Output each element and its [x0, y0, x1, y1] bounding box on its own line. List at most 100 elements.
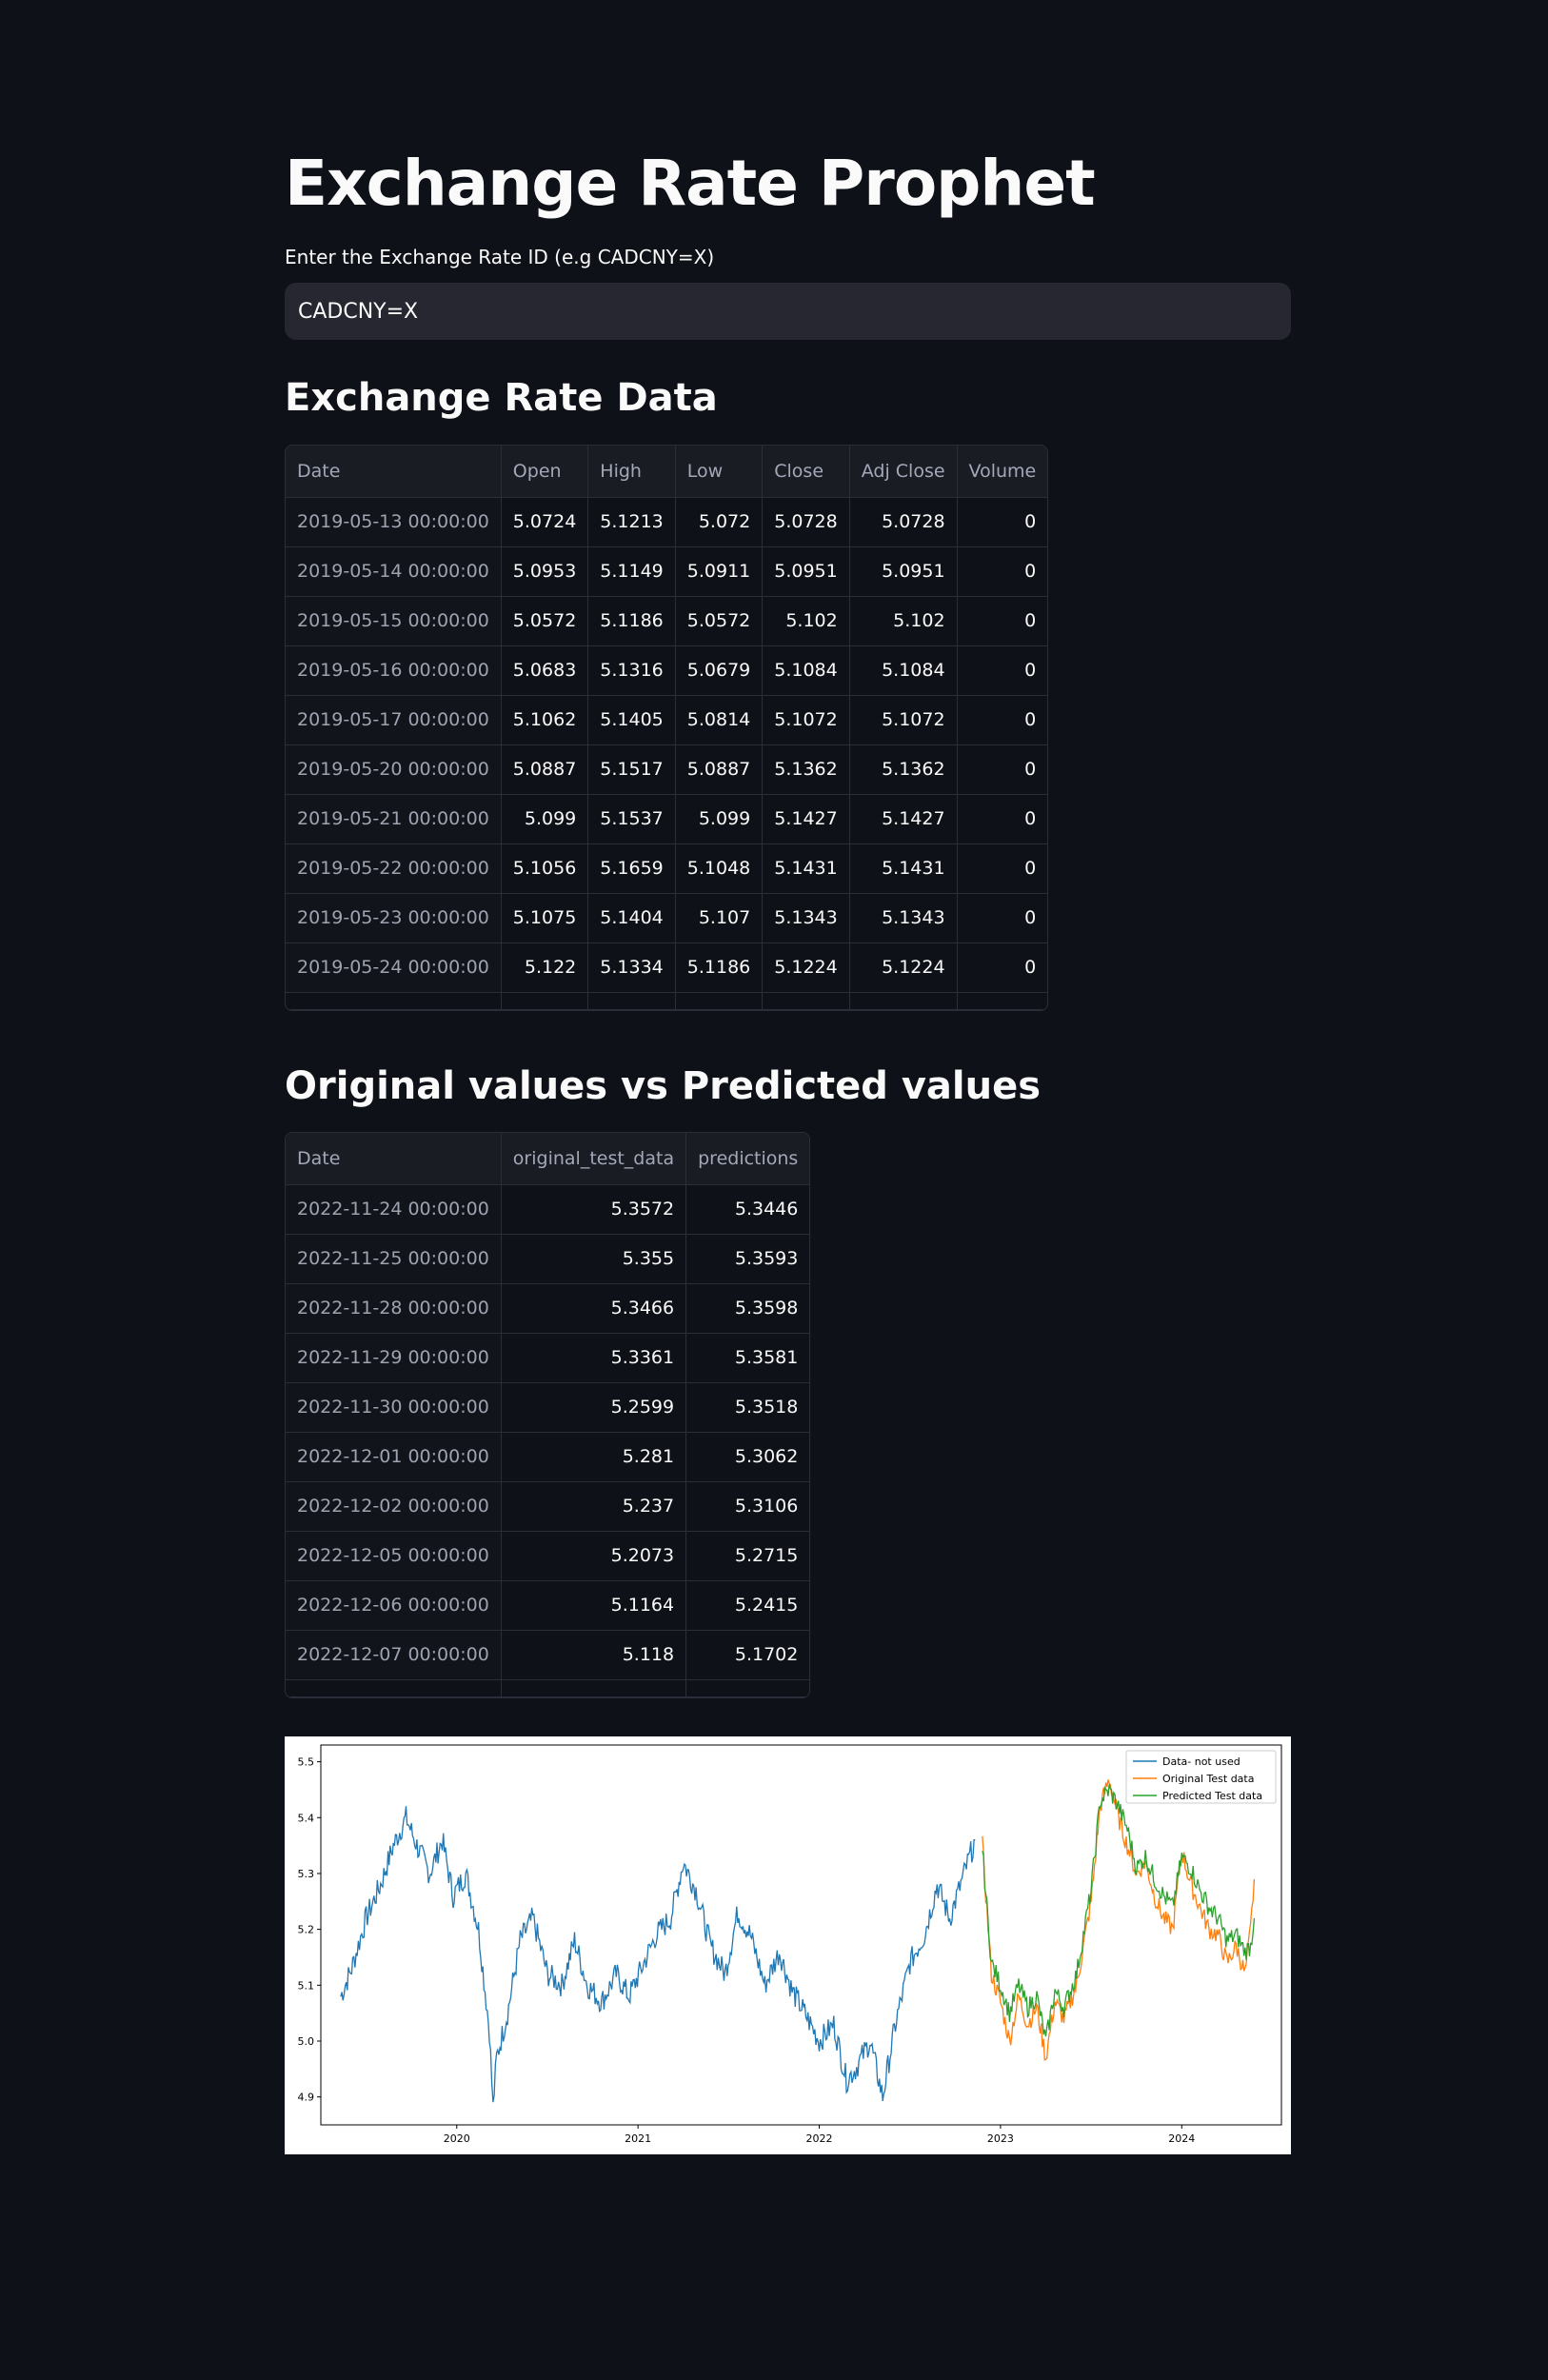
- table-cell[interactable]: 0: [957, 695, 1048, 745]
- table-row[interactable]: 2019-05-13 00:00:00 5.0724 5.1213 5.072 5.07…: [286, 497, 1048, 547]
- table-cell[interactable]: 5.122: [501, 942, 589, 993]
- column-header[interactable]: original_test_data: [501, 1133, 687, 1185]
- table-cell[interactable]: 5.072: [675, 497, 764, 547]
- row-index-cell[interactable]: 2022-11-28 00:00:00: [286, 1283, 502, 1334]
- column-header[interactable]: Date: [286, 1133, 502, 1185]
- table-row[interactable]: 2019-05-16 00:00:00 5.0683 5.1316 5.0679 5.1…: [286, 645, 1048, 696]
- exchange-id-input[interactable]: [285, 283, 1291, 340]
- row-index-cell[interactable]: 2022-11-30 00:00:00: [286, 1382, 502, 1433]
- table-cell[interactable]: 5.1072: [849, 695, 958, 745]
- table-row[interactable]: 2019-05-20 00:00:00 5.0887 5.1517 5.0887 5.1…: [286, 744, 1048, 795]
- table-cell[interactable]: 5.2715: [685, 1531, 810, 1581]
- table-row[interactable]: 2019-05-24 00:00:00 5.122 5.1334 5.1186 5.12…: [286, 942, 1048, 993]
- table-row[interactable]: 2019-05-23 00:00:00 5.1075 5.1404 5.107 5.13…: [286, 893, 1048, 943]
- table-cell[interactable]: 5.237: [501, 1481, 687, 1532]
- table-cell[interactable]: 5.3581: [685, 1333, 810, 1383]
- column-header[interactable]: Adj Close: [849, 446, 958, 498]
- table-cell[interactable]: 5.1072: [762, 695, 850, 745]
- table-cell[interactable]: 5.1362: [849, 744, 958, 795]
- table-cell[interactable]: 5.1427: [762, 794, 850, 844]
- table-cell[interactable]: 5.1084: [849, 645, 958, 696]
- table-cell[interactable]: 5.1149: [587, 546, 676, 597]
- table-cell[interactable]: 5.1362: [762, 744, 850, 795]
- table-cell[interactable]: 5.0572: [675, 596, 764, 646]
- table-cell[interactable]: 5.1224: [762, 942, 850, 993]
- table-cell[interactable]: 0: [957, 893, 1048, 943]
- row-index-cell[interactable]: 2022-11-29 00:00:00: [286, 1333, 502, 1383]
- row-index-cell[interactable]: 2019-05-15 00:00:00: [286, 596, 502, 646]
- table-cell[interactable]: 5.0887: [675, 744, 764, 795]
- table-row[interactable]: 2022-12-05 00:00:00 5.2073 5.2715: [286, 1531, 810, 1581]
- table-row[interactable]: 2022-11-24 00:00:00 5.3572 5.3446: [286, 1184, 810, 1235]
- table-cell[interactable]: 5.1659: [587, 843, 676, 894]
- table-cell[interactable]: 5.0814: [675, 695, 764, 745]
- table-cell[interactable]: 5.099: [501, 794, 589, 844]
- row-index-cell[interactable]: 2022-11-24 00:00:00: [286, 1184, 502, 1235]
- table-cell[interactable]: 0: [957, 546, 1048, 597]
- table-cell[interactable]: 5.102: [849, 596, 958, 646]
- row-index-cell[interactable]: 2019-05-24 00:00:00: [286, 942, 502, 993]
- table-cell[interactable]: 5.0951: [762, 546, 850, 597]
- table-cell[interactable]: 5.1316: [587, 645, 676, 696]
- row-index-cell[interactable]: 2022-12-07 00:00:00: [286, 1630, 502, 1680]
- table-row[interactable]: 2022-12-01 00:00:00 5.281 5.3062: [286, 1432, 810, 1482]
- row-index-cell[interactable]: 2019-05-22 00:00:00: [286, 843, 502, 894]
- table-row[interactable]: 2022-11-25 00:00:00 5.355 5.3593: [286, 1234, 810, 1284]
- table-cell[interactable]: 5.355: [501, 1234, 687, 1284]
- table-cell[interactable]: 5.102: [762, 596, 850, 646]
- table-cell[interactable]: 5.3572: [501, 1184, 687, 1235]
- table-cell[interactable]: 0: [957, 596, 1048, 646]
- table-cell[interactable]: 5.3106: [685, 1481, 810, 1532]
- table-cell[interactable]: 5.2415: [685, 1580, 810, 1631]
- table-cell[interactable]: 5.1056: [501, 843, 589, 894]
- table-cell[interactable]: 5.3598: [685, 1283, 810, 1334]
- table-cell[interactable]: 5.281: [501, 1432, 687, 1482]
- table-row[interactable]: 2022-11-30 00:00:00 5.2599 5.3518: [286, 1382, 810, 1433]
- table-row[interactable]: 2019-05-14 00:00:00 5.0953 5.1149 5.0911 5.0…: [286, 546, 1048, 597]
- table-cell[interactable]: 5.1186: [675, 942, 764, 993]
- table-cell[interactable]: 5.1537: [587, 794, 676, 844]
- table-cell[interactable]: 0: [957, 497, 1048, 547]
- table-cell[interactable]: 5.2073: [501, 1531, 687, 1581]
- table-cell[interactable]: 5.1431: [762, 843, 850, 894]
- table-cell[interactable]: 5.1084: [762, 645, 850, 696]
- table-cell[interactable]: 5.1343: [762, 893, 850, 943]
- column-header[interactable]: Date: [286, 446, 502, 498]
- row-index-cell[interactable]: 2019-05-14 00:00:00: [286, 546, 502, 597]
- table-row[interactable]: 2019-05-17 00:00:00 5.1062 5.1405 5.0814 5.1…: [286, 695, 1048, 745]
- table-cell[interactable]: 0: [957, 843, 1048, 894]
- prediction-table[interactable]: Date original_test_data predictions 2022-1…: [285, 1132, 811, 1698]
- table-cell[interactable]: 5.1334: [587, 942, 676, 993]
- table-cell[interactable]: 5.1075: [501, 893, 589, 943]
- table-row[interactable]: 2019-05-22 00:00:00 5.1056 5.1659 5.1048 5.1…: [286, 843, 1048, 894]
- exchange-data-table[interactable]: Date Open High Low Close Adj Close Volume 2019…: [285, 445, 1049, 1011]
- table-cell[interactable]: 5.118: [501, 1630, 687, 1680]
- row-index-cell[interactable]: 2019-05-21 00:00:00: [286, 794, 502, 844]
- table-cell[interactable]: 5.1427: [849, 794, 958, 844]
- table-cell[interactable]: 5.1213: [587, 497, 676, 547]
- column-header[interactable]: Close: [762, 446, 850, 498]
- row-index-cell[interactable]: 2022-12-05 00:00:00: [286, 1531, 502, 1581]
- table-cell[interactable]: 5.0683: [501, 645, 589, 696]
- table-row[interactable]: 2019-05-21 00:00:00 5.099 5.1537 5.099 5.142…: [286, 794, 1048, 844]
- table-cell[interactable]: 5.1405: [587, 695, 676, 745]
- table-cell[interactable]: 5.3361: [501, 1333, 687, 1383]
- column-header[interactable]: Open: [501, 446, 589, 498]
- table-cell[interactable]: 5.1048: [675, 843, 764, 894]
- table-cell[interactable]: 5.1343: [849, 893, 958, 943]
- row-index-cell[interactable]: 2019-05-16 00:00:00: [286, 645, 502, 696]
- column-header[interactable]: predictions: [685, 1133, 810, 1185]
- table-cell[interactable]: 5.0724: [501, 497, 589, 547]
- table-cell[interactable]: 5.3518: [685, 1382, 810, 1433]
- table-cell[interactable]: 0: [957, 794, 1048, 844]
- column-header[interactable]: Volume: [957, 446, 1048, 498]
- table-cell[interactable]: 5.3062: [685, 1432, 810, 1482]
- row-index-cell[interactable]: 2022-11-25 00:00:00: [286, 1234, 502, 1284]
- table-cell[interactable]: 5.0887: [501, 744, 589, 795]
- table-cell[interactable]: 5.0728: [849, 497, 958, 547]
- table-cell[interactable]: 5.1431: [849, 843, 958, 894]
- row-index-cell[interactable]: 2022-12-01 00:00:00: [286, 1432, 502, 1482]
- table-cell[interactable]: 5.0728: [762, 497, 850, 547]
- table-cell[interactable]: 5.3593: [685, 1234, 810, 1284]
- table-cell[interactable]: 5.1404: [587, 893, 676, 943]
